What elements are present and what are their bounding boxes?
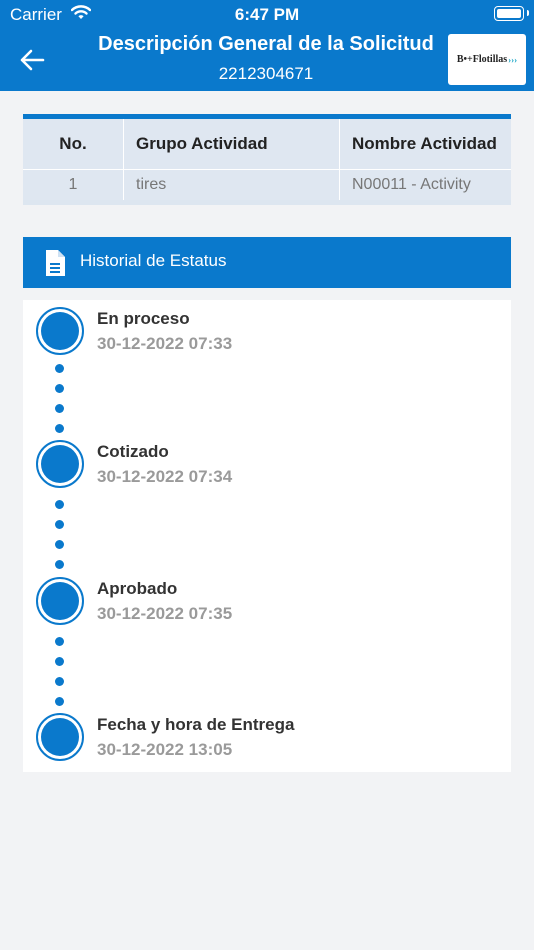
- status-history-title: Historial de Estatus: [80, 251, 227, 270]
- event-label: Fecha y hora de Entrega: [97, 715, 295, 734]
- event-timestamp: 30-12-2022 13:05: [97, 740, 233, 759]
- column-header-group: Grupo Actividad: [124, 119, 340, 169]
- timeline-dot: [55, 540, 64, 549]
- timeline-dot: [55, 657, 64, 666]
- cell-number: 1: [23, 170, 124, 200]
- timeline-node: [36, 307, 84, 355]
- timeline-dot: [55, 560, 64, 569]
- status-time: 6:47 PM: [234, 5, 300, 24]
- event-label: Aprobado: [97, 579, 178, 598]
- event-label: Cotizado: [97, 442, 169, 461]
- activities-table: No. Grupo Actividad Nombre Actividad 1 t…: [23, 114, 511, 205]
- table-header-row: No. Grupo Actividad Nombre Actividad: [23, 119, 511, 169]
- logo-chevrons: ›››: [508, 54, 518, 65]
- status-bar: Carrier 6:47 PM: [0, 0, 534, 30]
- timeline-dot: [55, 637, 64, 646]
- timeline-dot: [55, 424, 64, 433]
- timeline-node: [36, 713, 84, 761]
- event-label: En proceso: [97, 309, 190, 328]
- timeline-dot: [55, 364, 64, 373]
- request-number: 2212304671: [218, 64, 314, 83]
- arrow-left-icon[interactable]: [18, 46, 46, 74]
- timeline-node: [36, 577, 84, 625]
- event-timestamp: 30-12-2022 07:33: [97, 334, 233, 353]
- timeline-dot: [55, 384, 64, 393]
- event-timestamp: 30-12-2022 07:34: [97, 467, 233, 486]
- timeline-dot: [55, 697, 64, 706]
- cell-name: N00011 - Activity: [340, 170, 511, 200]
- page-title: Descripción General de la Solicitud: [98, 33, 434, 55]
- logo-text: B•+Flotillas: [456, 54, 508, 65]
- timeline-dot: [55, 520, 64, 529]
- timeline-dot: [55, 404, 64, 413]
- column-header-name: Nombre Actividad: [340, 119, 511, 169]
- battery-icon: [494, 6, 524, 21]
- event-timestamp: 30-12-2022 07:35: [97, 604, 233, 623]
- timeline-dot: [55, 500, 64, 509]
- status-timeline: En proceso 30-12-2022 07:33 Cotizado 30-…: [23, 300, 511, 772]
- company-logo: B•+Flotillas ›››: [448, 34, 526, 85]
- cell-group: tires: [124, 170, 340, 200]
- timeline-dot: [55, 677, 64, 686]
- timeline-node: [36, 440, 84, 488]
- column-header-number: No.: [23, 119, 124, 169]
- navigation-header: Carrier 6:47 PM Descripción General de l…: [0, 0, 534, 91]
- table-row[interactable]: 1 tires N00011 - Activity: [23, 170, 511, 200]
- document-icon: [46, 250, 65, 276]
- status-history-header: Historial de Estatus: [23, 237, 511, 288]
